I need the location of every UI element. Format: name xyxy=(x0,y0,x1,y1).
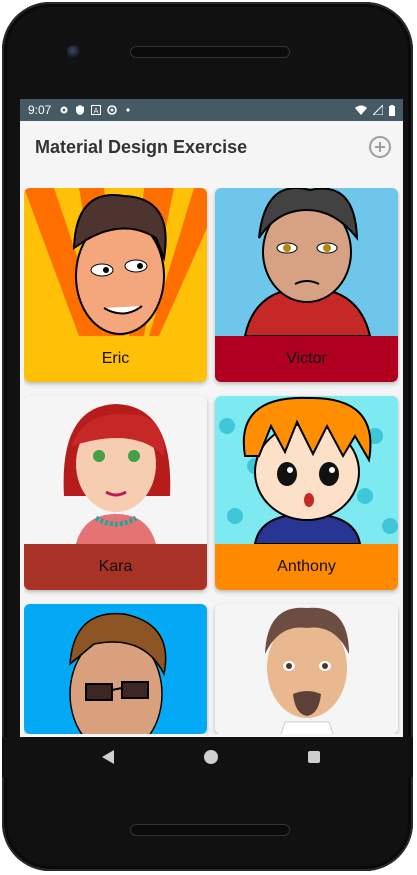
avatar-image-5 xyxy=(24,604,207,734)
avatar-image-anthony xyxy=(215,396,398,544)
avatar-name: Anthony xyxy=(277,558,336,575)
avatar-image-6 xyxy=(215,604,398,734)
back-icon[interactable] xyxy=(101,750,114,764)
avatar-name: Kara xyxy=(98,558,133,575)
shield-icon xyxy=(76,105,85,115)
avatar-card-6[interactable] xyxy=(215,604,398,734)
avatar-image-kara xyxy=(24,396,207,544)
avatar-card-anthony[interactable]: Anthony xyxy=(215,396,398,590)
home-icon[interactable] xyxy=(203,750,218,764)
circle-icon xyxy=(107,105,118,115)
avatar-name: Eric xyxy=(101,350,130,367)
avatar-name: Victor xyxy=(286,350,327,367)
battery-icon xyxy=(389,104,395,116)
earpiece-speaker xyxy=(130,46,290,58)
status-bar: 9:07 A xyxy=(20,99,403,121)
gear-icon xyxy=(60,106,68,114)
avatar-label-eric: Eric xyxy=(24,336,207,382)
front-camera xyxy=(67,45,81,59)
avatar-label-victor: Victor xyxy=(215,336,398,382)
avatar-card-5[interactable] xyxy=(24,604,207,734)
a-icon: A xyxy=(91,105,102,115)
dot-icon xyxy=(126,108,130,112)
add-circle-icon[interactable] xyxy=(369,136,391,158)
signal-icon xyxy=(373,105,383,115)
system-nav-bar xyxy=(2,737,413,777)
wifi-icon xyxy=(355,105,367,115)
app-bar: Material Design Exercise xyxy=(20,121,403,173)
avatar-image-victor xyxy=(215,188,398,336)
avatar-grid: Eric Victor Kara Anthony xyxy=(24,188,400,734)
status-time: 9:07 xyxy=(28,103,52,117)
app-title: Material Design Exercise xyxy=(35,136,248,157)
avatar-card-kara[interactable]: Kara xyxy=(24,396,207,590)
avatar-label-anthony: Anthony xyxy=(215,544,398,590)
avatar-image-eric xyxy=(24,188,207,336)
avatar-card-victor[interactable]: Victor xyxy=(215,188,398,382)
bottom-speaker xyxy=(130,824,290,836)
avatar-card-eric[interactable]: Eric xyxy=(24,188,207,382)
recents-icon[interactable] xyxy=(307,751,320,763)
avatar-label-kara: Kara xyxy=(24,544,207,590)
svg-text:A: A xyxy=(94,107,99,115)
phone-frame: 9:07 A Material Design Exercise Eric Vic… xyxy=(2,2,413,871)
